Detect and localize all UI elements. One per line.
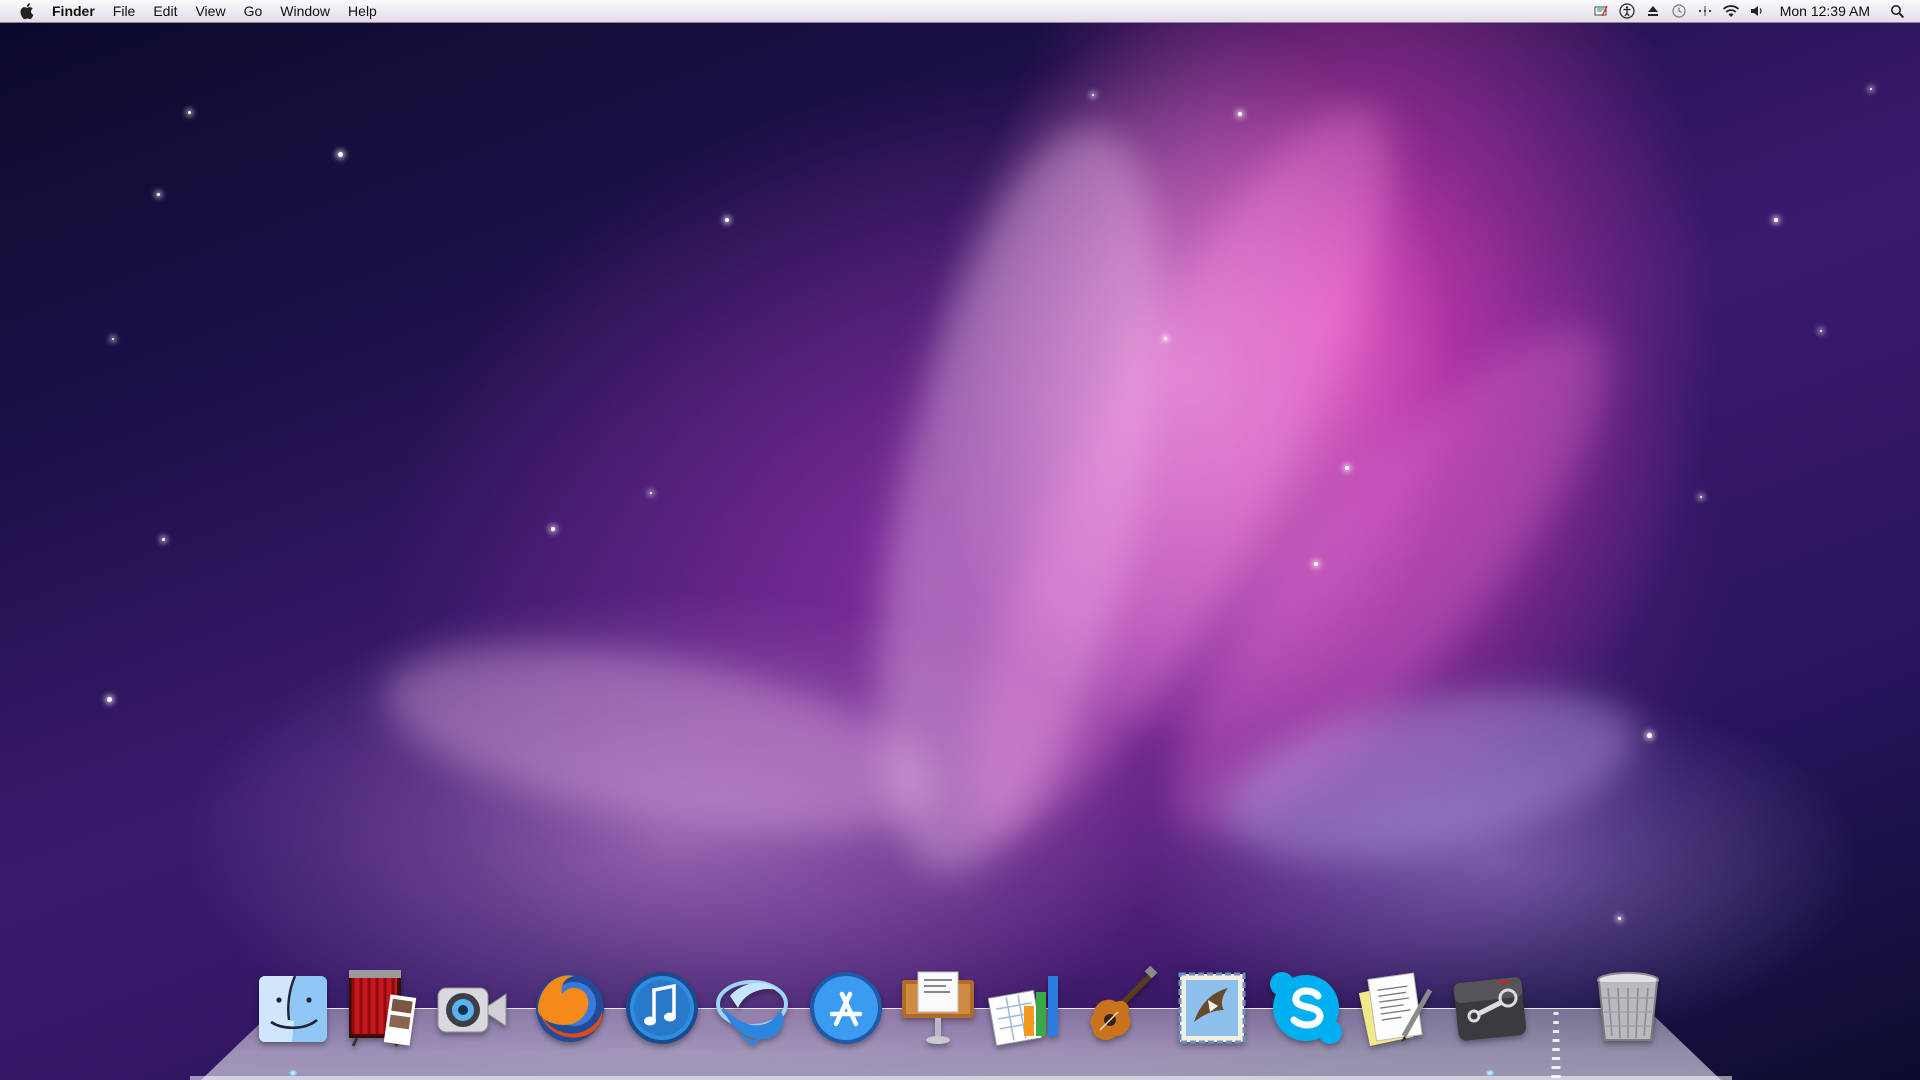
menu-bar: Finder File Edit View Go Window Help Mon… [0, 0, 1920, 23]
desktop-wallpaper: Finder File Edit View Go Window Help Mon… [0, 0, 1920, 1080]
menu-go[interactable]: Go [235, 0, 272, 22]
input-method-icon[interactable] [1592, 2, 1610, 20]
star [1164, 337, 1167, 340]
aurora-ray [1115, 277, 1665, 883]
dock-app-textedit[interactable] [1358, 966, 1438, 1050]
star [338, 152, 343, 157]
running-indicator-finder [289, 1070, 297, 1076]
itunes-icon [626, 972, 698, 1044]
garageband-icon [1090, 966, 1158, 1041]
numbers-icon [988, 976, 1058, 1047]
firefox-icon [536, 974, 604, 1042]
star [1774, 218, 1778, 222]
dock-app-garageband[interactable] [1080, 966, 1160, 1050]
spotlight-search-icon[interactable] [1888, 2, 1906, 20]
dock-app-finder[interactable] [253, 966, 333, 1050]
star [1700, 496, 1702, 498]
star [157, 193, 160, 196]
star [107, 697, 112, 702]
steam-icon [1453, 977, 1527, 1041]
menu-bar-clock[interactable]: Mon 12:39 AM [1780, 0, 1870, 22]
dock-app-steam[interactable] [1450, 966, 1530, 1050]
aurora-ray [899, 61, 1461, 879]
textedit-icon [1358, 972, 1433, 1046]
menu-help[interactable]: Help [339, 0, 386, 22]
dock-app-mail[interactable] [1172, 966, 1252, 1050]
photo-booth-icon [349, 970, 417, 1047]
dock-app-facetime[interactable] [432, 966, 512, 1050]
dock-app-skype[interactable] [1266, 966, 1346, 1050]
wifi-icon[interactable] [1722, 2, 1740, 20]
trash-icon [1597, 972, 1659, 1041]
aurora-ray [823, 103, 1217, 897]
volume-icon[interactable] [1748, 2, 1766, 20]
star [551, 527, 555, 531]
star [1870, 88, 1872, 90]
keynote-icon [902, 971, 974, 1044]
star [1345, 466, 1349, 470]
time-machine-icon[interactable] [1670, 2, 1688, 20]
star [725, 218, 729, 222]
star [1647, 733, 1652, 738]
star [650, 492, 652, 494]
star [1092, 94, 1094, 96]
skype-icon [1270, 972, 1342, 1044]
bluetooth-dots-icon[interactable] [1696, 2, 1714, 20]
dock-app-photo-booth[interactable] [343, 966, 423, 1050]
star [1314, 562, 1318, 566]
running-indicator-steam [1486, 1070, 1494, 1076]
app-store-icon [810, 972, 882, 1044]
dock-app-keynote[interactable] [898, 966, 978, 1050]
menu-app-finder[interactable]: Finder [48, 0, 104, 22]
menu-window[interactable]: Window [271, 0, 339, 22]
dock-app-app-store[interactable] [806, 966, 886, 1050]
apple-logo-icon[interactable] [18, 2, 34, 20]
dock-app-numbers[interactable] [988, 966, 1068, 1050]
swirl-app-icon [716, 980, 788, 1046]
dock-app-itunes[interactable] [622, 966, 702, 1050]
mail-icon [1178, 972, 1246, 1044]
star [162, 538, 165, 541]
dock-trash[interactable] [1588, 966, 1668, 1050]
aurora-ray [370, 612, 950, 868]
star [112, 338, 114, 340]
star [1238, 112, 1242, 116]
menu-edit[interactable]: Edit [144, 0, 186, 22]
aurora-ray [1208, 657, 1652, 893]
menu-bar-left: Finder File Edit View Go Window Help [0, 0, 386, 22]
menu-file[interactable]: File [104, 0, 145, 22]
dock-app-firefox[interactable] [530, 966, 610, 1050]
finder-icon [259, 975, 327, 1042]
menu-view[interactable]: View [186, 0, 234, 22]
dock-shelf-edge [190, 1076, 1732, 1080]
dock-app-swirl[interactable] [712, 966, 792, 1050]
menu-bar-status-area: Mon 12:39 AM [1588, 0, 1920, 22]
accessibility-icon[interactable] [1618, 2, 1636, 20]
star [1820, 330, 1822, 332]
eject-icon[interactable] [1644, 2, 1662, 20]
star [188, 111, 191, 114]
facetime-icon [437, 987, 507, 1033]
star [1618, 917, 1621, 920]
